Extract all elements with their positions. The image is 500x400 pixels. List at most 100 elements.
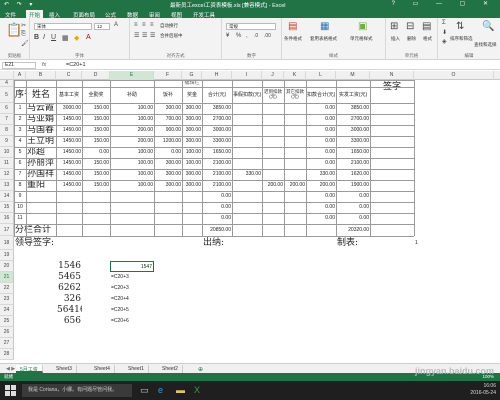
employee-actual-pay[interactable]: 1900.00 [336, 180, 370, 191]
employee-meal[interactable]: 300.00 [154, 180, 182, 191]
employee-subsidy[interactable]: 100.00 [110, 103, 154, 114]
decrease-decimal-icon[interactable]: .00 [264, 33, 271, 39]
employee-late-deduction[interactable]: 200.00 [262, 180, 284, 191]
employee-attendance-bonus[interactable]: 0.00 [82, 147, 110, 158]
column-header-g[interactable]: G [182, 71, 202, 80]
employee-base-salary[interactable] [56, 191, 82, 202]
employee-base-salary[interactable] [56, 213, 82, 224]
employee-late-deduction[interactable] [262, 147, 284, 158]
employee-seq[interactable]: 6 [14, 158, 26, 169]
employee-name[interactable]: 董阳 [26, 180, 56, 191]
employee-subsidy[interactable] [110, 191, 154, 202]
tab-home[interactable]: 开始 [26, 10, 44, 19]
employee-meal[interactable] [154, 191, 182, 202]
employee-meal[interactable]: 900.00 [154, 125, 182, 136]
percent-icon[interactable]: % [236, 33, 241, 39]
employee-name[interactable] [26, 202, 56, 213]
employee-actual-pay[interactable]: 2100.00 [336, 158, 370, 169]
employee-late-deduction[interactable] [262, 125, 284, 136]
employee-name[interactable] [26, 213, 56, 224]
employee-late-deduction[interactable] [262, 213, 284, 224]
employee-actual-pay[interactable]: 2700.00 [336, 114, 370, 125]
row-header-5[interactable]: 5 [0, 87, 14, 103]
employee-late-deduction[interactable] [262, 191, 284, 202]
row-header-19[interactable]: 19 [0, 250, 14, 261]
employee-subsidy[interactable]: 100.00 [110, 158, 154, 169]
row-header-25[interactable]: 25 [0, 316, 14, 327]
cashier-signature-label[interactable]: 出纳: [202, 236, 262, 250]
employee-base-salary[interactable]: 1450.00 [56, 125, 82, 136]
employee-base-salary[interactable] [56, 202, 82, 213]
subtotal-actual-pay[interactable]: 20320.00 [336, 224, 370, 236]
column-header-i[interactable]: I [232, 71, 262, 80]
employee-deduction-total[interactable]: 330.00 [306, 169, 336, 180]
employee-name[interactable]: 王立明 [26, 136, 56, 147]
employee-seq[interactable]: 2 [14, 114, 26, 125]
calc-formula[interactable]: =C20+3 [110, 272, 154, 283]
employee-other-deduction[interactable] [284, 136, 306, 147]
active-cell[interactable]: 1547 [110, 261, 154, 272]
row-header-9[interactable]: 9 [0, 136, 14, 147]
row-header-28[interactable]: 28 [0, 349, 14, 360]
column-header-o[interactable]: O [414, 71, 494, 80]
header-attendance-bonus[interactable]: 全勤奖 [82, 87, 110, 103]
conditional-format-icon[interactable]: ▤ [288, 21, 297, 32]
employee-actual-pay[interactable]: 1620.00 [336, 169, 370, 180]
employee-total[interactable]: 3300.00 [202, 136, 232, 147]
header-bonus[interactable]: 奖金 [182, 87, 202, 103]
employee-other-deduction[interactable] [284, 158, 306, 169]
column-header-c[interactable]: C [56, 71, 82, 80]
employee-meal[interactable] [154, 213, 182, 224]
row-header-10[interactable]: 10 [0, 147, 14, 158]
row-header-4[interactable]: 4 [0, 80, 14, 87]
row-header-22[interactable]: 22 [0, 283, 14, 294]
sort-filter-button[interactable]: 排序和筛选 [450, 36, 473, 42]
employee-actual-pay[interactable]: 1650.00 [336, 147, 370, 158]
borders-icon[interactable]: ▦ [62, 34, 69, 42]
employee-other-deduction[interactable] [284, 103, 306, 114]
row-header-16[interactable]: 16 [0, 213, 14, 224]
employee-attendance-bonus[interactable] [82, 213, 110, 224]
employee-other-deduction[interactable] [284, 147, 306, 158]
tab-view[interactable]: 视图 [168, 10, 185, 19]
header-late-deduction[interactable]: 迟到扣款(元) [262, 87, 284, 103]
employee-bonus[interactable]: 300.00 [182, 136, 202, 147]
employee-actual-pay[interactable]: 3000.00 [336, 125, 370, 136]
employee-attendance-bonus[interactable] [82, 202, 110, 213]
system-clock[interactable]: 16:06 2016-05-24 [470, 383, 496, 397]
employee-seq[interactable]: 1 [14, 103, 26, 114]
row-header-24[interactable]: 24 [0, 305, 14, 316]
employee-base-salary[interactable]: 1450.00 [56, 147, 82, 158]
employee-late-deduction[interactable] [262, 103, 284, 114]
task-view-icon[interactable]: ▭ [140, 385, 149, 396]
calc-value[interactable]: 6262 [56, 283, 82, 294]
employee-late-deduction[interactable] [262, 158, 284, 169]
employee-total[interactable]: 1650.00 [202, 147, 232, 158]
windows-start-icon[interactable] [5, 385, 16, 396]
delete-cells-icon[interactable]: ⊟ [406, 21, 414, 32]
employee-actual-pay[interactable]: 3300.00 [336, 136, 370, 147]
employee-actual-pay[interactable]: 0.00 [336, 191, 370, 202]
calc-formula[interactable]: =C20+4 [110, 294, 154, 305]
employee-deduction-total[interactable]: 0.00 [306, 125, 336, 136]
employee-leave-deduction[interactable]: 330.00 [232, 169, 262, 180]
employee-deduction-total[interactable]: 0.00 [306, 114, 336, 125]
sort-filter-icon[interactable]: ⇅ [456, 21, 464, 32]
employee-deduction-total[interactable]: 200.00 [306, 180, 336, 191]
header-deduction-total[interactable]: 扣款合计(元) [306, 87, 336, 103]
employee-bonus[interactable]: 300.00 [182, 125, 202, 136]
employee-leave-deduction[interactable] [232, 202, 262, 213]
table-format-button[interactable]: 套用表格格式 [310, 36, 337, 42]
tab-formulas[interactable]: 公式 [102, 10, 119, 19]
header-actual-pay[interactable]: 实发工资(元) [336, 87, 370, 103]
employee-meal[interactable]: 700.00 [154, 114, 182, 125]
employee-total[interactable]: 0.00 [202, 213, 232, 224]
row-header-26[interactable]: 26 [0, 327, 14, 338]
row-header-23[interactable]: 23 [0, 294, 14, 305]
employee-leave-deduction[interactable] [232, 213, 262, 224]
row-header-8[interactable]: 8 [0, 125, 14, 136]
header-name[interactable]: 姓名 [26, 87, 56, 103]
employee-total[interactable]: 3850.00 [202, 103, 232, 114]
column-header-f[interactable]: F [154, 71, 182, 80]
employee-bonus[interactable] [182, 202, 202, 213]
